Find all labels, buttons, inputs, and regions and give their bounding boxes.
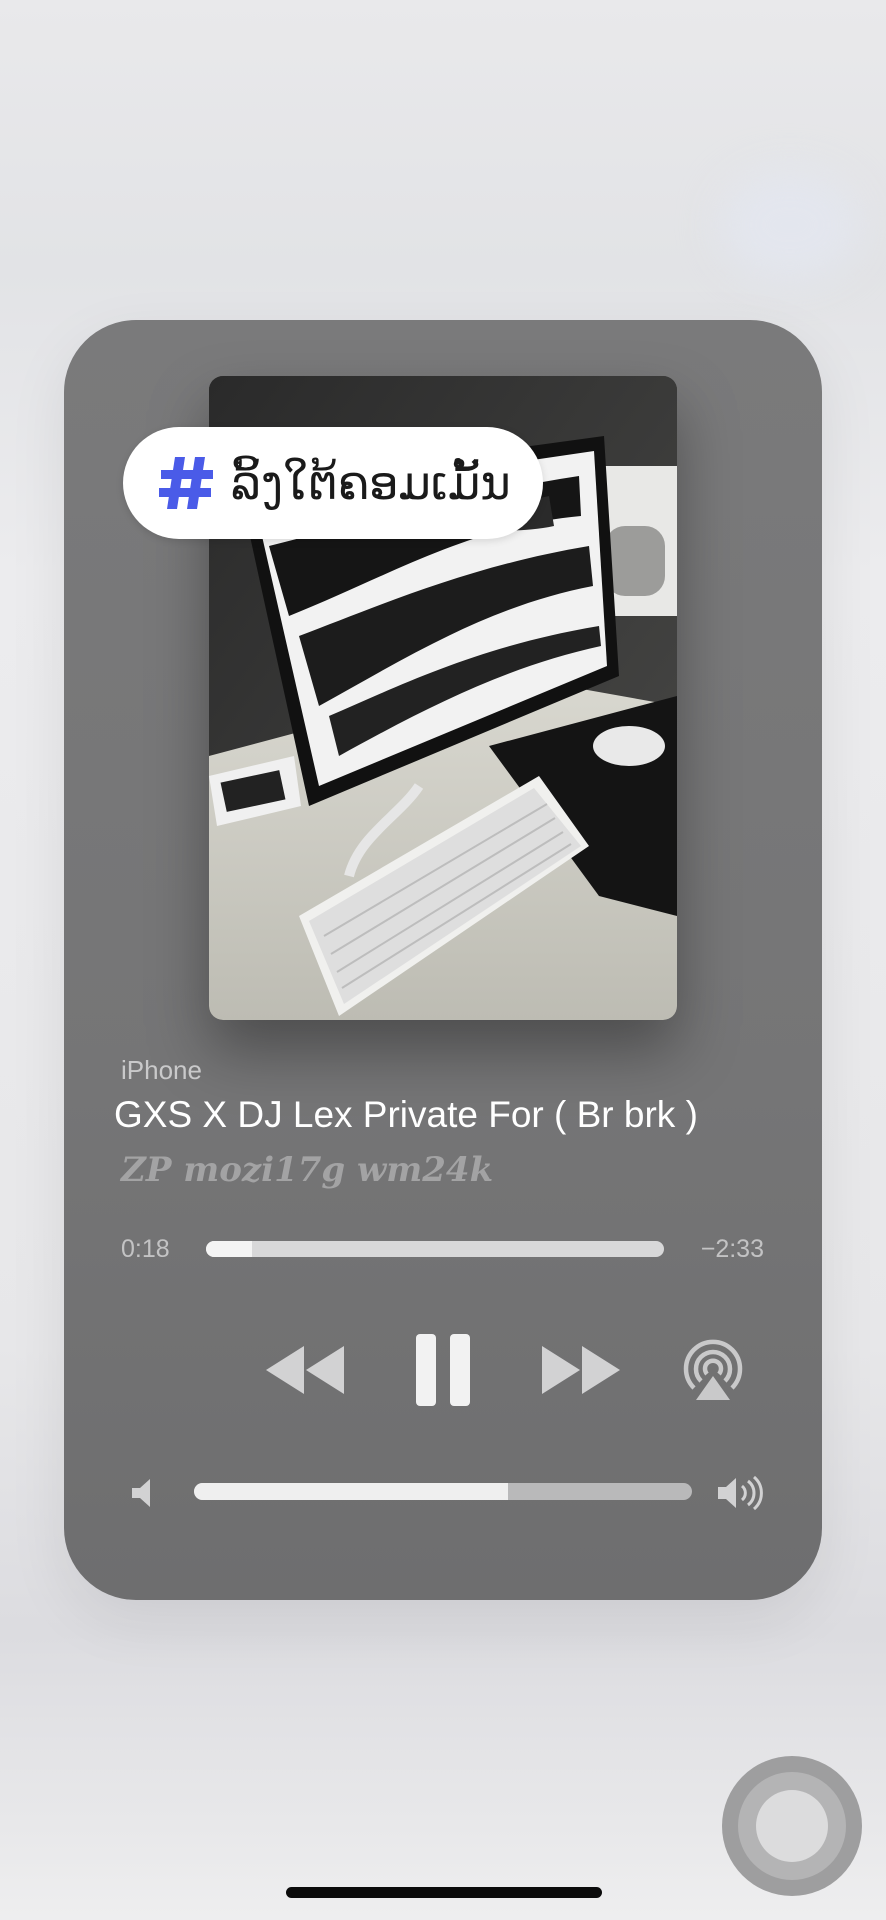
- rewind-button[interactable]: [262, 1340, 348, 1400]
- volume-slider[interactable]: [194, 1483, 692, 1500]
- airplay-icon: [683, 1339, 743, 1400]
- track-title: GXS X DJ Lex Private For ( Br brk ): [114, 1094, 698, 1135]
- pause-icon: [416, 1334, 470, 1406]
- background-glow: [720, 170, 860, 280]
- assistive-touch-button[interactable]: [722, 1756, 862, 1896]
- speaker-low-icon: [132, 1479, 150, 1507]
- elapsed-time: 0:18: [121, 1235, 170, 1263]
- home-indicator[interactable]: [286, 1887, 602, 1898]
- playback-progress-fill: [206, 1241, 252, 1257]
- airplay-button[interactable]: [680, 1338, 746, 1404]
- remaining-time: −2:33: [700, 1235, 764, 1263]
- fast-forward-button[interactable]: [538, 1340, 624, 1400]
- speaker-high-icon: [718, 1475, 763, 1511]
- rewind-icon: [266, 1346, 344, 1394]
- volume-level-fill: [194, 1483, 508, 1500]
- assistive-touch-ring: [738, 1772, 846, 1880]
- track-artist: ZP mozi17g wm24k: [121, 1150, 494, 1190]
- hashtag-icon: [159, 457, 213, 509]
- volume-min-indicator: [128, 1476, 158, 1510]
- hashtag-text: ລິ້ງໃຕ້ຄອມເມັ້ນ: [231, 456, 511, 510]
- playback-scrubber[interactable]: [206, 1241, 664, 1257]
- fast-forward-icon: [542, 1346, 620, 1394]
- pause-button[interactable]: [410, 1330, 476, 1410]
- track-title-marquee: GXS X DJ Lex Private For ( Br brk ): [114, 1090, 774, 1146]
- assistive-touch-core: [756, 1790, 828, 1862]
- hashtag-sticker[interactable]: ລິ້ງໃຕ້ຄອມເມັ້ນ: [123, 427, 543, 539]
- volume-max-indicator: [716, 1474, 766, 1512]
- output-device-label: iPhone: [121, 1055, 202, 1085]
